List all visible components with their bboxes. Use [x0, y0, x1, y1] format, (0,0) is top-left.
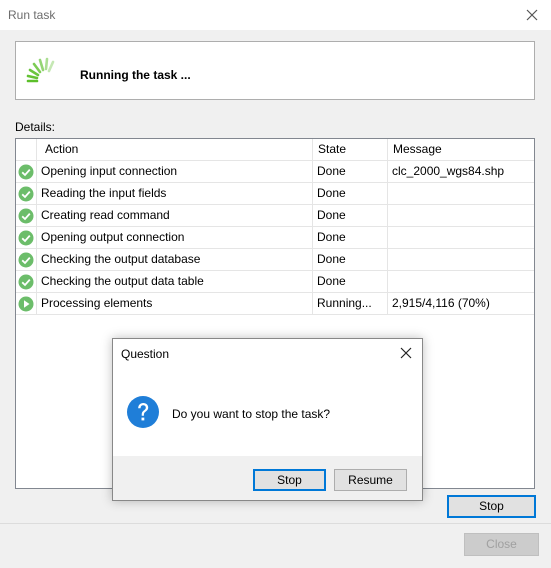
dialog-close-icon[interactable]	[398, 345, 414, 361]
done-check-icon	[16, 249, 37, 270]
row-message	[388, 271, 534, 292]
table-row[interactable]: Creating read command Done	[16, 205, 534, 227]
done-check-icon	[16, 227, 37, 248]
question-icon	[127, 396, 159, 428]
row-state: Done	[313, 205, 388, 226]
row-message	[388, 227, 534, 248]
question-dialog: Question Do you want to stop the task? S…	[112, 338, 423, 501]
row-message	[388, 249, 534, 270]
header-icon-column	[16, 139, 37, 160]
row-action: Opening output connection	[37, 227, 313, 248]
row-action: Processing elements	[37, 293, 313, 314]
row-message: clc_2000_wgs84.shp	[392, 164, 505, 178]
dialog-footer: Stop Resume	[113, 456, 422, 500]
details-label: Details:	[15, 120, 56, 134]
banner-status-text: Running the task ...	[80, 68, 191, 82]
header-state[interactable]: State	[313, 139, 388, 160]
table-row[interactable]: Processing elements Running... 2,915/4,1…	[16, 293, 534, 315]
table-row[interactable]: Opening input connection Done clc_2000_w…	[16, 161, 534, 183]
window-close-icon[interactable]	[521, 4, 543, 26]
done-check-icon	[16, 271, 37, 292]
table-row[interactable]: Checking the output database Done	[16, 249, 534, 271]
row-state: Done	[313, 227, 388, 248]
row-state: Running...	[313, 293, 388, 314]
row-action: Checking the output database	[37, 249, 313, 270]
row-state: Done	[313, 249, 388, 270]
header-action[interactable]: Action	[37, 139, 313, 160]
spinner-icon	[26, 57, 55, 83]
row-action: Opening input connection	[37, 161, 313, 182]
dialog-resume-button[interactable]: Resume	[334, 469, 407, 491]
running-play-icon	[16, 293, 37, 314]
done-check-icon	[16, 205, 37, 226]
done-check-icon	[16, 161, 37, 182]
row-state: Done	[313, 161, 388, 182]
table-row[interactable]: Reading the input fields Done	[16, 183, 534, 205]
table-row[interactable]: Checking the output data table Done	[16, 271, 534, 293]
row-message	[388, 205, 534, 226]
done-check-icon	[16, 183, 37, 204]
dialog-message: Do you want to stop the task?	[172, 407, 331, 421]
dialog-title: Question	[121, 347, 170, 361]
row-action: Reading the input fields	[37, 183, 313, 204]
table-header: Action State Message	[16, 139, 534, 161]
table-row[interactable]: Opening output connection Done	[16, 227, 534, 249]
row-message: 2,915/4,116 (70%)	[392, 296, 490, 310]
header-message[interactable]: Message	[388, 139, 534, 160]
dialog-stop-button[interactable]: Stop	[253, 469, 326, 491]
window-titlebar: Run task	[0, 0, 551, 30]
footer-separator	[0, 523, 551, 524]
row-action: Creating read command	[37, 205, 313, 226]
window-title: Run task	[8, 8, 56, 22]
row-action: Checking the output data table	[37, 271, 313, 292]
close-button[interactable]: Close	[464, 533, 539, 556]
row-message	[388, 183, 534, 204]
progress-banner: Running the task ...	[15, 41, 535, 100]
row-state: Done	[313, 183, 388, 204]
stop-button[interactable]: Stop	[447, 495, 536, 518]
row-state: Done	[313, 271, 388, 292]
